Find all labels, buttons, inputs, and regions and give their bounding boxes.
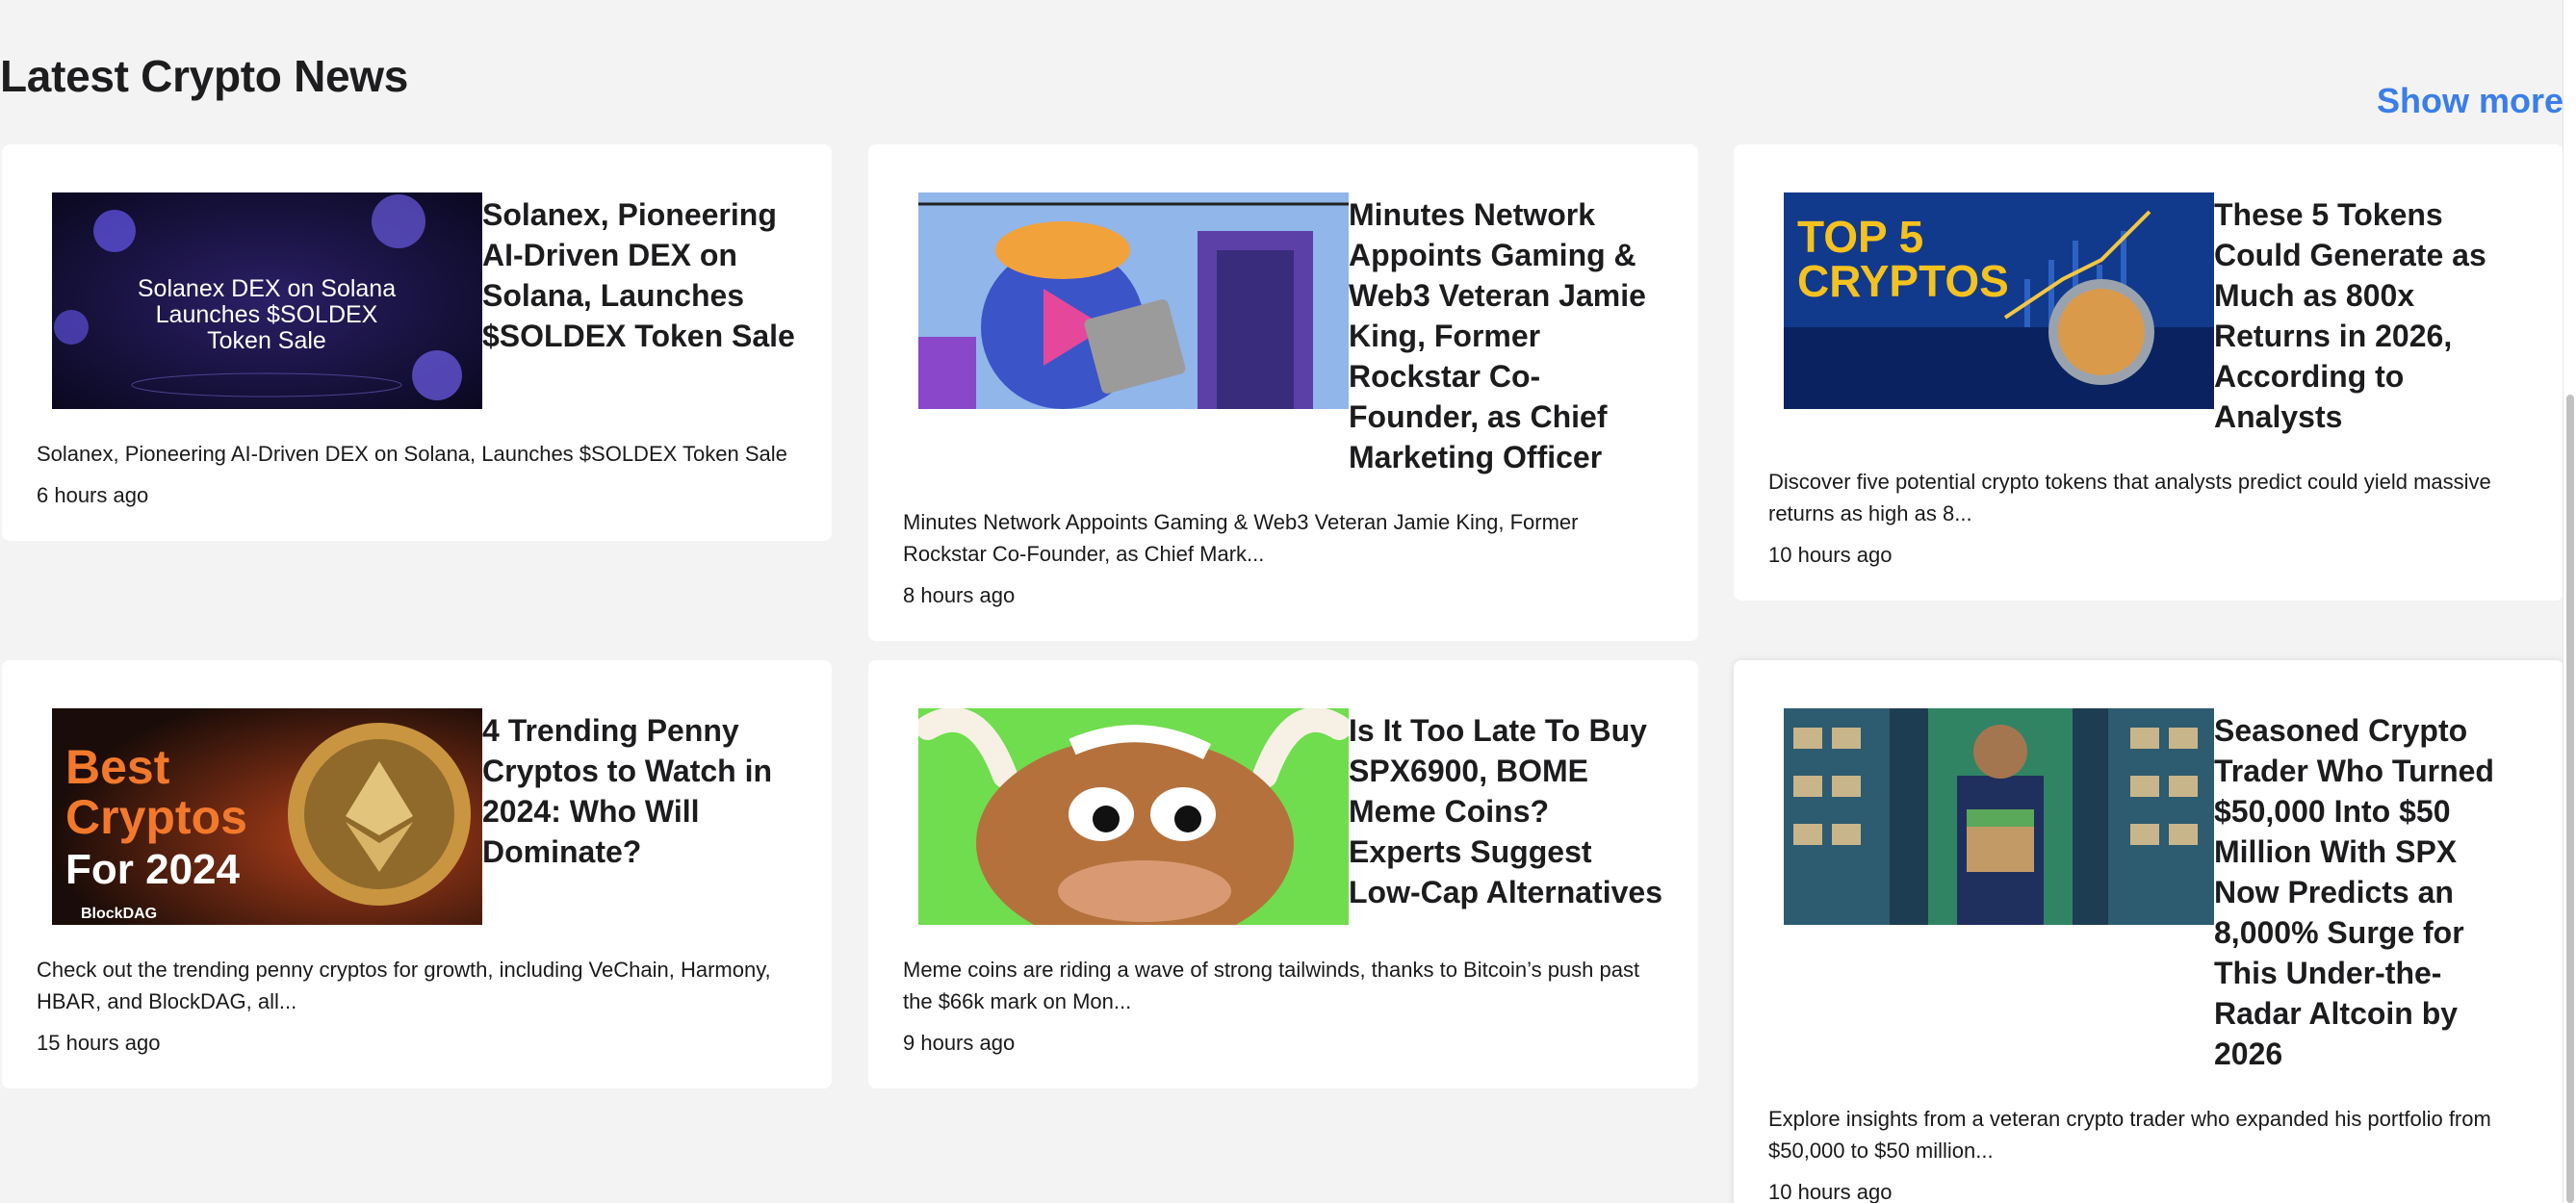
article-excerpt: Discover five potential crypto tokens th… xyxy=(1768,470,2491,525)
news-card[interactable]: Solanex DEX on Solana Launches $SOLDEX T… xyxy=(2,144,832,541)
svg-text:BlockDAG: BlockDAG xyxy=(81,906,157,922)
scrollbar-thumb[interactable] xyxy=(2566,395,2574,1203)
svg-text:TOP 5: TOP 5 xyxy=(1797,212,1923,262)
news-card[interactable]: Is It Too Late To Buy SPX6900, BOME Meme… xyxy=(868,660,1698,1088)
show-more-link[interactable]: Show more xyxy=(2377,81,2563,121)
svg-text:Token Sale: Token Sale xyxy=(207,327,326,354)
article-excerpt: Meme coins are riding a wave of strong t… xyxy=(903,958,1640,1013)
article-thumbnail[interactable] xyxy=(1784,708,2214,925)
article-thumbnail[interactable] xyxy=(918,192,1349,409)
article-time: 6 hours ago xyxy=(37,483,149,507)
news-card[interactable]: Seasoned Crypto Trader Who Turned $50,00… xyxy=(1734,660,2563,1203)
article-thumbnail[interactable]: Solanex DEX on Solana Launches $SOLDEX T… xyxy=(52,192,482,409)
news-page: Latest Crypto News Show more Solanex DEX… xyxy=(0,0,2576,1203)
thumbnail-image: Best Cryptos For 2024 BlockDAG xyxy=(52,708,482,925)
article-thumbnail[interactable]: TOP 5 CRYPTOS xyxy=(1784,192,2214,409)
news-card[interactable]: Best Cryptos For 2024 BlockDAG 4 Trendin… xyxy=(2,660,832,1088)
article-time: 8 hours ago xyxy=(903,583,1016,607)
article-headline[interactable]: Minutes Network Appoints Gaming & Web3 V… xyxy=(1349,192,1663,477)
svg-text:CRYPTOS: CRYPTOS xyxy=(1797,256,2009,306)
svg-text:Launches $SOLDEX: Launches $SOLDEX xyxy=(156,301,378,328)
thumbnail-image: Solanex DEX on Solana Launches $SOLDEX T… xyxy=(52,192,482,409)
news-card[interactable]: TOP 5 CRYPTOS These 5 Tokens Could Gener… xyxy=(1734,144,2563,601)
thumbnail-image xyxy=(918,708,1349,925)
article-excerpt: Check out the trending penny cryptos for… xyxy=(37,958,771,1013)
article-excerpt: Minutes Network Appoints Gaming & Web3 V… xyxy=(903,510,1579,566)
article-headline[interactable]: These 5 Tokens Could Generate as Much as… xyxy=(2214,192,2529,437)
article-headline[interactable]: 4 Trending Penny Cryptos to Watch in 202… xyxy=(482,708,797,872)
svg-text:Cryptos: Cryptos xyxy=(65,790,247,844)
article-headline[interactable]: Solanex, Pioneering AI-Driven DEX on Sol… xyxy=(482,192,797,356)
article-time: 10 hours ago xyxy=(1768,1180,1893,1203)
article-time: 10 hours ago xyxy=(1768,543,1893,567)
svg-text:Best: Best xyxy=(65,740,170,794)
article-time: 15 hours ago xyxy=(37,1031,161,1055)
news-card[interactable]: Minutes Network Appoints Gaming & Web3 V… xyxy=(868,144,1698,641)
section-title: Latest Crypto News xyxy=(0,51,409,101)
article-excerpt: Explore insights from a veteran crypto t… xyxy=(1768,1107,2491,1163)
vertical-scrollbar[interactable] xyxy=(2563,0,2576,1203)
article-time: 9 hours ago xyxy=(903,1031,1016,1055)
thumbnail-image: TOP 5 CRYPTOS xyxy=(1784,192,2214,409)
article-thumbnail[interactable] xyxy=(918,708,1349,925)
article-thumbnail[interactable]: Best Cryptos For 2024 BlockDAG xyxy=(52,708,482,925)
thumbnail-image xyxy=(1784,708,2214,925)
article-excerpt: Solanex, Pioneering AI-Driven DEX on Sol… xyxy=(37,442,787,466)
svg-text:For 2024: For 2024 xyxy=(65,846,241,893)
svg-text:Solanex DEX on Solana: Solanex DEX on Solana xyxy=(138,275,396,302)
article-headline[interactable]: Is It Too Late To Buy SPX6900, BOME Meme… xyxy=(1349,708,1663,912)
article-headline[interactable]: Seasoned Crypto Trader Who Turned $50,00… xyxy=(2214,708,2529,1074)
thumbnail-image xyxy=(918,192,1349,409)
